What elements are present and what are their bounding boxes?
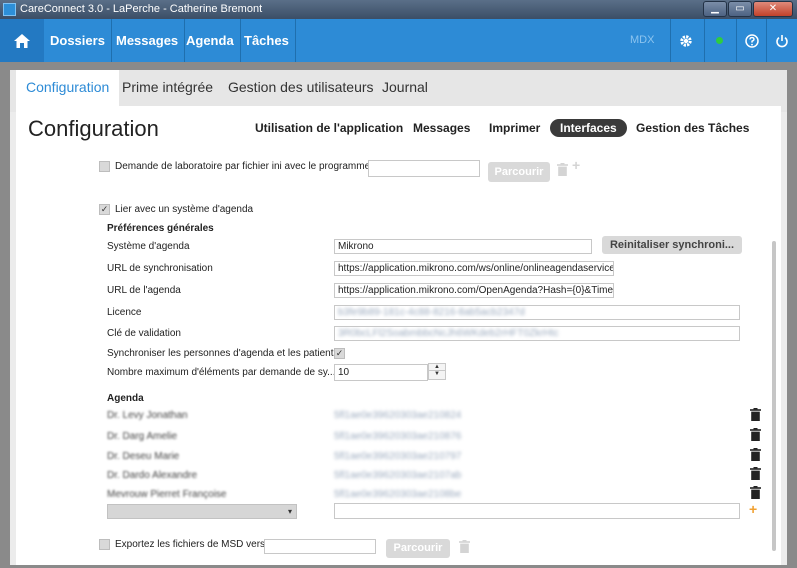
agenda-url-label: URL de l'agenda — [107, 285, 181, 296]
lab-request-checkbox[interactable] — [99, 161, 110, 172]
mdx-label: MDX — [630, 34, 655, 46]
reset-sync-button[interactable]: Reinitaliser synchroni... — [602, 236, 742, 254]
max-items-stepper[interactable]: ▲ ▼ — [428, 363, 446, 380]
lab-program-input[interactable] — [368, 160, 480, 177]
connection-status — [704, 19, 734, 62]
vertical-scrollbar[interactable] — [772, 241, 776, 551]
agenda-add-icon[interactable]: + — [749, 501, 757, 517]
system-label: Système d'agenda — [107, 241, 190, 252]
agenda-name: Dr. Dardo Alexandre — [107, 470, 198, 481]
agenda-id: 5fl1ae0e39620303ae2108be — [334, 489, 462, 500]
window-titlebar: CareConnect 3.0 - LaPerche - Catherine B… — [0, 0, 797, 19]
configuration-panel: Configuration Utilisation de l'applicati… — [16, 106, 781, 565]
licence-value: b3fe9b89-181c-4c88-8216-8ab5acb2347d — [338, 307, 525, 318]
agenda-name: Dr. Levy Jonathan — [107, 410, 188, 421]
minimize-button[interactable]: ▁ — [703, 1, 727, 17]
window-title: CareConnect 3.0 - LaPerche - Catherine B… — [20, 3, 263, 15]
maximize-button[interactable]: ▭ — [728, 1, 752, 17]
system-input[interactable]: Mikrono — [334, 239, 592, 254]
sync-persons-label: Synchroniser les personnes d'agenda et l… — [107, 348, 339, 359]
msd-trash-icon[interactable] — [459, 540, 470, 553]
settings-button[interactable] — [670, 19, 700, 62]
max-items-input[interactable]: 10 — [334, 364, 428, 381]
trash-icon[interactable] — [750, 428, 761, 441]
main-navbar: Dossiers Messages Agenda Tâches MDX — [0, 19, 797, 62]
agenda-name: Mevrouw Pierret Françoise — [107, 489, 227, 500]
agenda-id-input[interactable] — [334, 503, 740, 519]
validation-value: 3R0bcLFl2SoabmbbcNcJh6WKdeb2rHFT0ZkrHtc — [338, 328, 559, 339]
subtab-imprimer[interactable]: Imprimer — [489, 119, 540, 137]
status-dot — [716, 37, 723, 44]
sync-url-input[interactable]: https://application.mikrono.com/ws/onlin… — [334, 261, 614, 276]
subtab-messages[interactable]: Messages — [413, 119, 470, 137]
tab-journal[interactable]: Journal — [372, 70, 438, 105]
close-button[interactable]: ✕ — [753, 1, 793, 17]
agenda-id: 5fl1ae0e39620303ae210876 — [334, 431, 462, 442]
prefs-heading: Préférences générales — [107, 223, 214, 234]
help-icon — [744, 33, 759, 48]
agenda-heading: Agenda — [107, 393, 144, 404]
agenda-id: 5fl1ae0e39620303ae210824 — [334, 410, 462, 421]
power-icon — [775, 34, 788, 47]
lab-request-label: Demande de laboratoire par fichier ini a… — [115, 161, 376, 172]
agenda-link-label: Lier avec un système d'agenda — [115, 204, 254, 215]
sync-url-label: URL de synchronisation — [107, 263, 213, 274]
stepper-up-icon[interactable]: ▲ — [429, 364, 445, 371]
licence-label: Licence — [107, 307, 142, 318]
trash-icon[interactable] — [750, 408, 761, 421]
lab-browse-button[interactable]: Parcourir — [488, 162, 550, 182]
nav-dossiers[interactable]: Dossiers — [44, 19, 112, 62]
app-icon — [3, 3, 16, 16]
agenda-id: 5fl1ae0e39620303ae2107ab — [334, 470, 462, 481]
subtab-gestion-taches[interactable]: Gestion des Tâches — [636, 119, 749, 137]
content-area: Configuration Prime intégrée Gestion des… — [10, 70, 787, 565]
nav-messages[interactable]: Messages — [110, 19, 186, 62]
logout-button[interactable] — [766, 19, 796, 62]
home-icon — [14, 33, 30, 48]
agenda-name: Dr. Darg Amelie — [107, 431, 178, 442]
sync-persons-checkbox[interactable]: ✓ — [334, 348, 345, 359]
lab-trash-icon[interactable] — [557, 163, 568, 176]
tab-prime-integree[interactable]: Prime intégrée — [112, 70, 223, 105]
validation-label: Clé de validation — [107, 328, 181, 339]
subtab-interfaces[interactable]: Interfaces — [550, 119, 627, 137]
validation-input[interactable]: 3R0bcLFl2SoabmbbcNcJh6WKdeb2rHFT0ZkrHtc — [334, 326, 740, 341]
help-button[interactable] — [736, 19, 766, 62]
msd-export-label: Exportez les fichiers de MSD vers — [115, 539, 266, 550]
agenda-url-input[interactable]: https://application.mikrono.com/OpenAgen… — [334, 283, 614, 298]
trash-icon[interactable] — [750, 486, 761, 499]
nav-agenda[interactable]: Agenda — [180, 19, 241, 62]
msd-path-input[interactable] — [264, 539, 376, 554]
agenda-id: 5fl1ae0e39620303ae210797 — [334, 451, 462, 462]
agenda-name: Dr. Deseu Marie — [107, 451, 180, 462]
home-button[interactable] — [0, 19, 44, 62]
msd-browse-button[interactable]: Parcourir — [386, 539, 450, 558]
msd-export-checkbox[interactable] — [99, 539, 110, 550]
tab-configuration[interactable]: Configuration — [16, 70, 120, 106]
lab-add-icon[interactable]: + — [572, 157, 580, 173]
subtab-utilisation[interactable]: Utilisation de l'application — [255, 119, 403, 137]
page-title: Configuration — [28, 116, 159, 141]
agenda-link-checkbox[interactable]: ✓ — [99, 204, 110, 215]
max-items-label: Nombre maximum d'éléments par demande de… — [107, 367, 336, 378]
trash-icon[interactable] — [750, 467, 761, 480]
gear-icon — [679, 34, 692, 47]
agenda-person-select[interactable]: ▾ — [107, 504, 297, 519]
stepper-down-icon[interactable]: ▼ — [429, 371, 445, 378]
trash-icon[interactable] — [750, 448, 761, 461]
tab-gestion-utilisateurs[interactable]: Gestion des utilisateurs — [218, 70, 384, 105]
licence-input[interactable]: b3fe9b89-181c-4c88-8216-8ab5acb2347d — [334, 305, 740, 320]
nav-taches[interactable]: Tâches — [238, 19, 296, 62]
